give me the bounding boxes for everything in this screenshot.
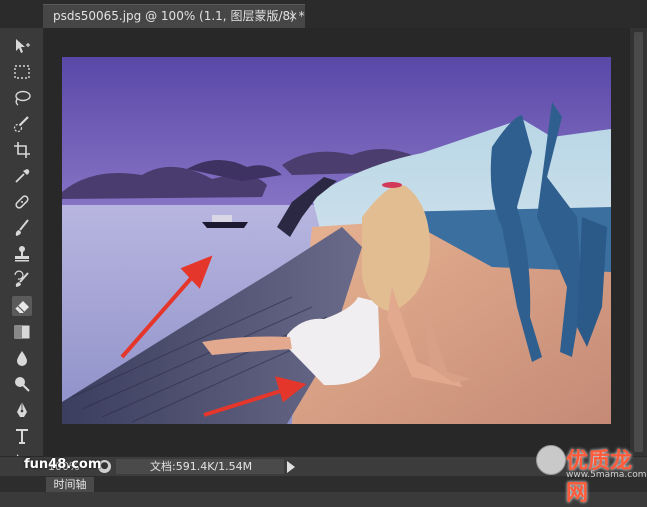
eraser-tool-icon[interactable] [12,296,32,316]
image-canvas[interactable] [62,57,611,424]
move-tool-icon[interactable] [12,36,32,56]
status-menu-arrow-icon[interactable] [287,461,295,473]
marquee-tool-icon[interactable] [12,62,32,82]
watermark-right: 优质龙网 www.5mama.com [536,443,647,506]
blur-tool-icon[interactable] [12,348,32,368]
boat [202,222,248,228]
hair-clip [382,182,402,188]
brush-tool-icon[interactable] [12,218,32,238]
watermark-en-text: www.5mama.com [566,470,647,480]
close-icon[interactable]: × [288,5,298,28]
dodge-tool-icon[interactable] [12,374,32,394]
lasso-tool-icon[interactable] [12,88,32,108]
document-tab[interactable]: psds50065.jpg @ 100% (1.1, 图层蒙版/8) * × [43,4,305,28]
watermark-logo [536,445,566,475]
healing-brush-tool-icon[interactable] [12,192,32,212]
history-brush-tool-icon[interactable] [12,270,32,290]
vertical-scrollbar[interactable] [629,28,647,456]
clone-stamp-tool-icon[interactable] [12,244,32,264]
tools-panel [0,28,44,492]
scrollbar-thumb[interactable] [634,32,643,452]
gradient-tool-icon[interactable] [12,322,32,342]
document-tab-title: psds50065.jpg @ 100% (1.1, 图层蒙版/8) * [53,9,305,23]
document-info: 文档:591.4K/1.54M [116,459,284,474]
quick-selection-tool-icon[interactable] [12,114,32,134]
crop-tool-icon[interactable] [12,140,32,160]
document-tab-bar: psds50065.jpg @ 100% (1.1, 图层蒙版/8) * × [0,0,647,28]
eyedropper-tool-icon[interactable] [12,166,32,186]
boat-cabin [212,215,232,222]
type-tool-icon[interactable] [12,426,32,446]
watermark-left: fun48.com [24,457,102,472]
tab-timeline[interactable]: 时间轴 [46,477,94,492]
pen-tool-icon[interactable] [12,400,32,420]
